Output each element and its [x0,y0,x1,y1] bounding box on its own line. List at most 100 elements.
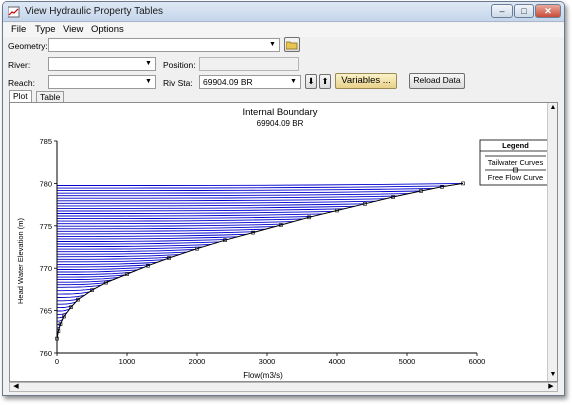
tailwater-curve [57,198,387,202]
tailwater-curve [57,274,125,278]
maximize-button[interactable]: □ [514,4,534,18]
menu-options[interactable]: Options [91,24,124,35]
tailwater-curve [57,251,187,255]
rivsta-value: 69904.09 BR [203,77,253,87]
geometry-select[interactable]: ▼ [48,38,280,52]
tailwater-curve [57,231,257,235]
tailwater-curve [57,249,195,253]
tailwater-curve [57,236,238,240]
scroll-down-icon[interactable]: ▼ [548,371,558,379]
tailwater-curve [57,185,448,189]
legend-title: Legend [502,141,529,150]
tailwater-curve [57,210,334,214]
tailwater-curve [57,282,107,286]
scroll-right-icon[interactable]: ▶ [546,383,556,391]
variables-button[interactable]: Variables ... [335,73,397,89]
river-select[interactable]: ▼ [48,57,156,71]
y-axis-label: Head Water Elevation (m) [16,218,25,305]
chevron-down-icon: ▼ [145,60,152,67]
rivsta-label: Riv Sta: [163,78,193,88]
tailwater-curve [57,294,85,298]
chart-svg: Internal Boundary 69904.09 BR 0 1000 2000 3… [16,107,552,380]
app-icon [8,6,20,18]
tailwater-curve [57,193,410,197]
tailwater-curve [57,205,355,209]
reach-label: Reach: [8,78,35,88]
horizontal-scrollbar[interactable]: ◀ ▶ [9,382,558,392]
rivsta-select[interactable]: 69904.09 BR ▼ [199,75,301,89]
window-title: View Hydraulic Property Tables [25,6,164,17]
next-station-button[interactable]: ⬇ [305,74,317,89]
tailwater-curve [57,213,324,217]
tailwater-curve [57,256,172,260]
tailwater-curve [57,277,119,281]
menu-file[interactable]: File [11,24,26,35]
y-tick-label: 770 [39,264,52,273]
tailwater-curve [57,271,132,276]
tailwater-curve [57,246,203,250]
scroll-left-icon[interactable]: ◀ [11,383,21,391]
tab-plot[interactable]: Plot [9,90,32,102]
tailwater-curve [57,203,366,207]
tailwater-curve [57,291,90,295]
menu-view[interactable]: View [63,24,83,35]
open-geometry-button[interactable] [284,37,300,52]
tailwater-curve [57,200,376,204]
tailwater-curve [57,261,158,265]
close-icon: ✕ [544,6,552,16]
scroll-up-icon[interactable]: ▲ [548,104,558,112]
arrow-up-icon: ⬆ [321,76,329,86]
legend: Legend Tailwater Curves Free Flow Curve [479,139,552,186]
menu-bar: File Type View Options [3,23,564,37]
tailwater-curve [57,208,345,212]
tailwater-curve [57,188,434,192]
arrow-down-icon: ⬇ [307,76,315,86]
tailwater-curve [57,269,138,273]
y-tick-label: 775 [39,222,52,231]
tailwater-curve [57,301,76,305]
x-tick-label: 6000 [469,357,486,366]
tailwater-curve [57,226,275,230]
tailwater-curve [56,190,422,194]
vertical-scrollbar[interactable]: ▲ ▼ [547,103,557,381]
close-button[interactable]: ✕ [535,4,561,18]
chart-title: Internal Boundary [243,107,318,118]
x-tick-label: 4000 [329,357,346,366]
plot-panel: Internal Boundary 69904.09 BR 0 1000 2000 3… [9,102,558,382]
menu-type[interactable]: Type [35,24,56,35]
tailwater-curve [57,228,266,232]
chevron-down-icon: ▼ [145,78,152,85]
tailwater-curve [57,182,464,186]
folder-icon [285,41,298,50]
prev-station-button[interactable]: ⬆ [319,74,331,89]
chart-subtitle: 69904.09 BR [257,119,304,128]
tailwater-curve [57,264,151,268]
tailwater-curve [57,216,313,220]
tailwater-curve [57,288,96,292]
maximize-icon: □ [521,6,527,16]
y-tick-label: 760 [39,349,52,358]
x-tick-label: 5000 [399,357,416,366]
x-tick-label: 2000 [189,357,206,366]
tailwater-curve [57,266,144,270]
x-tick-label: 1000 [119,357,136,366]
tailwater-curve [57,241,220,245]
tailwater-curve [57,223,285,227]
tailwater-curve [57,218,303,222]
y-tick-label: 785 [39,137,52,146]
y-tick-label: 780 [39,179,52,188]
chevron-down-icon: ▼ [290,78,297,85]
tailwater-curve [57,244,212,248]
river-label: River: [8,60,31,70]
app-window: View Hydraulic Property Tables – □ ✕ Fil… [2,1,565,396]
minimize-icon: – [499,6,505,16]
tailwater-curve [56,254,180,258]
tailwater-curve [57,195,398,199]
legend-freeflow-label: Free Flow Curve [488,173,543,182]
title-bar[interactable]: View Hydraulic Property Tables – □ ✕ [3,2,564,22]
reach-select[interactable]: ▼ [48,75,156,89]
x-tick-label: 3000 [259,357,276,366]
reload-data-button[interactable]: Reload Data [409,73,465,89]
minimize-button[interactable]: – [491,4,513,18]
legend-tailwater-label: Tailwater Curves [488,158,544,167]
